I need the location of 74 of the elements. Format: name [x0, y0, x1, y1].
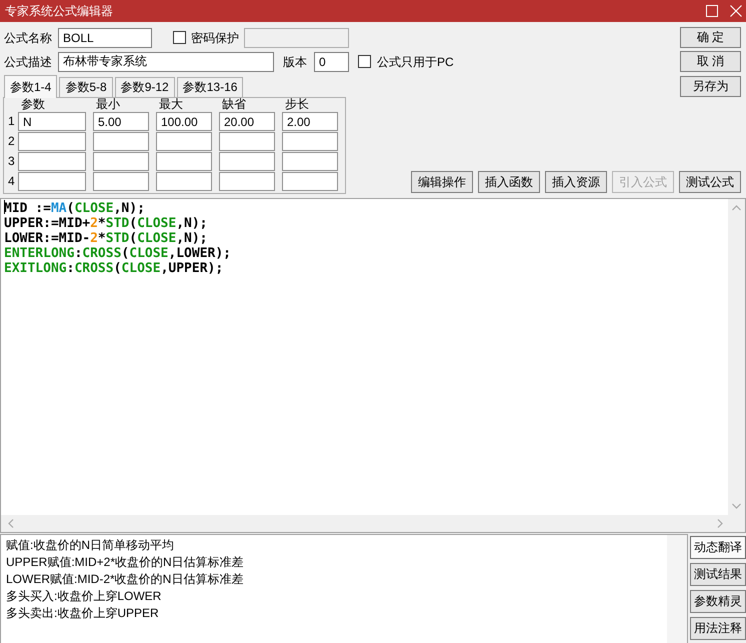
param-field[interactable] — [156, 132, 212, 151]
chevron-down-icon[interactable] — [732, 503, 741, 509]
test-formula-button[interactable]: 测试公式 — [679, 171, 741, 193]
translate-button[interactable]: 动态翻译 — [690, 536, 746, 559]
param-field[interactable] — [156, 172, 212, 191]
field-label: 公式描述 — [4, 54, 52, 68]
vertical-scrollbar[interactable] — [667, 535, 687, 643]
param-field[interactable] — [282, 172, 338, 191]
param-field[interactable] — [219, 172, 275, 191]
insert-resource-button[interactable]: 插入资源 — [545, 171, 607, 193]
param-wizard-button[interactable]: 参数精灵 — [690, 590, 746, 613]
tab[interactable]: 参数13-16 — [176, 77, 244, 97]
param-field[interactable] — [282, 132, 338, 151]
maximize-icon[interactable] — [706, 5, 718, 17]
name-field[interactable]: BOLL — [58, 28, 152, 48]
code-line: LOWER:=MID-2*STD(CLOSE,N); — [4, 231, 208, 246]
param-field[interactable]: 5.00 — [93, 112, 149, 131]
window-title: 专家系统公式编辑器 — [5, 3, 113, 20]
chevron-up-icon[interactable] — [732, 205, 741, 211]
chevron-right-icon[interactable] — [717, 519, 723, 528]
checkbox[interactable] — [173, 31, 186, 44]
row-number: 1 — [7, 113, 16, 130]
param-field[interactable]: 2.00 — [282, 112, 338, 131]
vertical-scrollbar[interactable] — [728, 199, 745, 515]
code-line: UPPER:=MID+2*STD(CLOSE,N); — [4, 216, 208, 231]
horizontal-scrollbar[interactable] — [1, 515, 745, 532]
translation-line: UPPER赋值:MID+2*收盘价的N日估算标准差 — [6, 554, 245, 571]
cancel-button[interactable]: 取 消 — [680, 51, 741, 72]
param-field[interactable] — [93, 132, 149, 151]
edit-menu-button[interactable]: 编辑操作 — [411, 171, 473, 193]
tab[interactable]: 参数5-8 — [59, 77, 113, 97]
chevron-left-icon[interactable] — [8, 519, 14, 528]
param-field[interactable] — [93, 172, 149, 191]
column-header: 最小 — [95, 98, 121, 111]
param-field[interactable]: N — [18, 112, 86, 131]
param-field[interactable] — [282, 152, 338, 171]
column-header: 参数 — [20, 98, 46, 111]
version-field[interactable]: 0 — [314, 52, 349, 72]
code-line: ENTERLONG:CROSS(CLOSE,LOWER); — [4, 246, 232, 261]
param-field[interactable] — [18, 152, 86, 171]
param-field[interactable] — [219, 152, 275, 171]
checkbox-label: 公式只用于PC — [377, 54, 454, 68]
field-label: 公式名称 — [4, 30, 52, 44]
param-field[interactable] — [18, 132, 86, 151]
translation-line: 多头卖出:收盘价上穿UPPER — [6, 605, 160, 622]
row-number: 3 — [7, 153, 16, 170]
translation-line: 多头买入:收盘价上穿LOWER — [6, 588, 162, 605]
close-icon[interactable] — [730, 5, 742, 17]
insert-function-button[interactable]: 插入函数 — [478, 171, 540, 193]
param-field[interactable] — [93, 152, 149, 171]
checkbox[interactable] — [358, 55, 371, 68]
confirm-button[interactable]: 确 定 — [680, 27, 741, 48]
param-field[interactable] — [18, 172, 86, 191]
column-header: 步长 — [284, 98, 310, 111]
save-as-button[interactable]: 另存为 — [680, 76, 741, 97]
code-line: MID :=MA(CLOSE,N); — [4, 201, 145, 216]
row-number: 2 — [7, 133, 16, 150]
tab[interactable]: 参数1-4 — [4, 75, 58, 98]
param-field[interactable]: 20.00 — [219, 112, 275, 131]
param-field[interactable]: 100.00 — [156, 112, 212, 131]
tab[interactable]: 参数9-12 — [114, 77, 175, 97]
column-header: 缺省 — [221, 98, 247, 111]
row-number: 4 — [7, 173, 16, 190]
field-label: 版本 — [283, 54, 307, 68]
code-line: EXITLONG:CROSS(CLOSE,UPPER); — [4, 261, 224, 276]
param-field[interactable] — [156, 152, 212, 171]
translation-line: LOWER赋值:MID-2*收盘价的N日估算标准差 — [6, 571, 244, 588]
checkbox-label: 密码保护 — [191, 30, 239, 44]
test-result-button[interactable]: 测试结果 — [690, 563, 746, 586]
translation-line: 赋值:收盘价的N日简单移动平均 — [6, 537, 175, 554]
usage-note-button[interactable]: 用法注释 — [690, 617, 746, 640]
description-field[interactable]: 布林带专家系统 — [58, 52, 274, 72]
param-field[interactable] — [219, 132, 275, 151]
column-header: 最大 — [158, 98, 184, 111]
